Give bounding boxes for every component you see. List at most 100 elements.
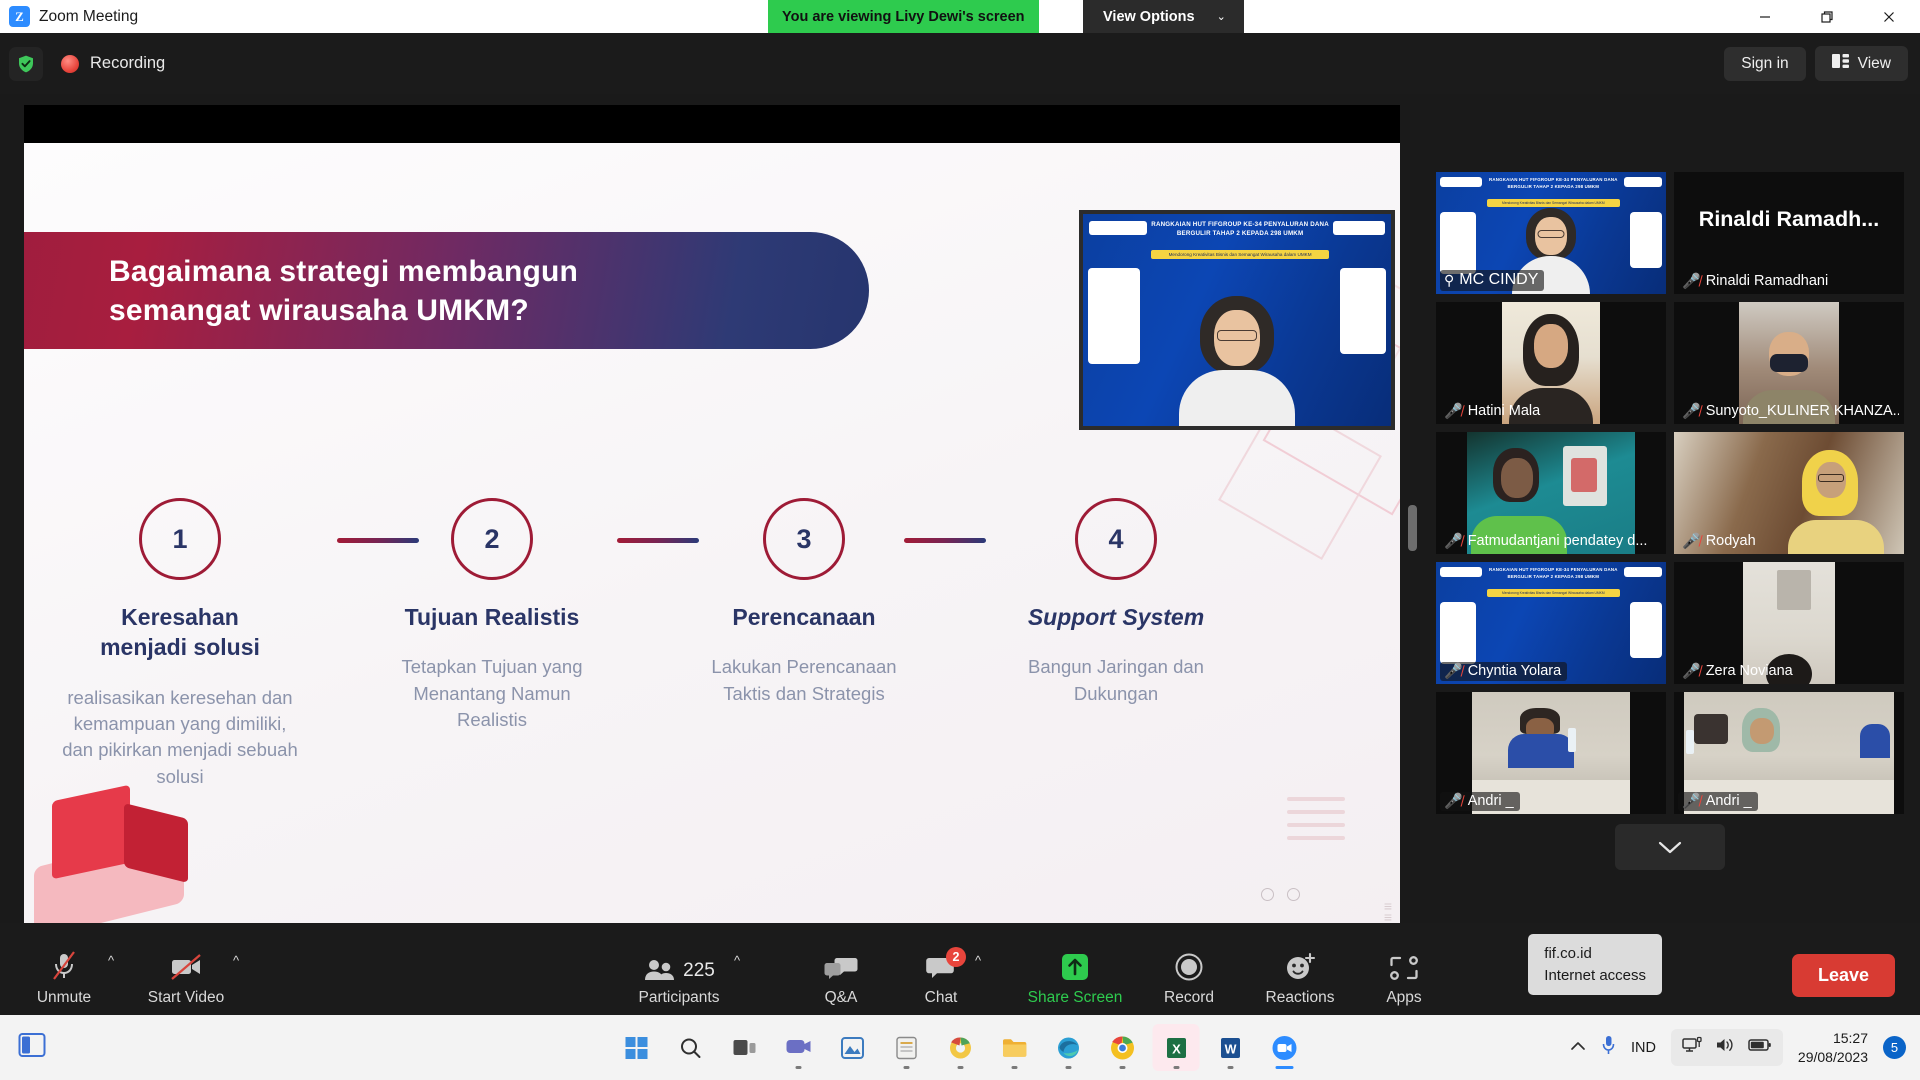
start-video-button[interactable]: Start Video [140, 950, 232, 1007]
task-view-icon[interactable] [721, 1024, 768, 1071]
shield-check-icon[interactable] [9, 46, 43, 81]
presenter-video-feed: RANGKAIAN HUT FIFGROUP KE-34 PENYALURAN … [1083, 214, 1391, 426]
participant-nametag: 🎤̸ Fatmudantjani pendatey d... [1440, 532, 1653, 551]
language-indicator[interactable]: IND [1631, 1040, 1656, 1056]
share-screen-button[interactable]: Share Screen [1010, 950, 1140, 1007]
share-resize-handle[interactable] [1408, 505, 1417, 551]
video-options-caret-icon[interactable]: ^ [233, 953, 239, 968]
participant-tile-sunyoto[interactable]: 🎤̸ Sunyoto_KULINER KHANZA... [1674, 302, 1904, 424]
participant-tile-mc-cindy[interactable]: RANGKAIAN HUT FIFGROUP KE-34 PENYALURAN … [1436, 172, 1666, 294]
restore-button[interactable] [1796, 0, 1858, 33]
mic-off-icon: 🎤̸ [1682, 532, 1701, 550]
file-explorer-icon[interactable] [991, 1024, 1038, 1071]
step-number: 3 [763, 498, 845, 580]
chat-unread-badge: 2 [946, 947, 966, 967]
step-heading-line1: Support System [1027, 604, 1205, 630]
participant-tile-rodyah[interactable]: 🎤̸ Rodyah [1674, 432, 1904, 554]
participant-tile-andri-1[interactable]: 🎤̸ Andri _ [1436, 692, 1666, 814]
taskbar-clock[interactable]: 15:27 29/08/2023 [1798, 1029, 1868, 1067]
window-titlebar: Z Zoom Meeting You are viewing Livy Dewi… [0, 0, 1920, 33]
recording-indicator[interactable]: Recording [61, 54, 165, 73]
mic-off-icon: 🎤̸ [1682, 402, 1701, 420]
zoom-icon[interactable] [1261, 1024, 1308, 1071]
participant-name: MC CINDY [1459, 271, 1539, 288]
notification-badge[interactable]: 5 [1883, 1036, 1906, 1059]
teams-icon[interactable] [775, 1024, 822, 1071]
participant-name: Rodyah [1705, 533, 1756, 549]
participant-tile-andri-2[interactable]: 🎤̸ Andri _ [1674, 692, 1904, 814]
gallery-scroll-down-button[interactable] [1615, 824, 1725, 870]
participant-tile-hatini-mala[interactable]: 🎤̸ Hatini Mala [1436, 302, 1666, 424]
participant-name: Sunyoto_KULINER KHANZA... [1705, 403, 1899, 419]
participants-caret-icon[interactable]: ^ [734, 953, 740, 968]
edge-icon[interactable] [1045, 1024, 1092, 1071]
slide-card-graphic [1440, 602, 1476, 664]
participant-tile-chyntia-yolara[interactable]: RANGKAIAN HUT FIFGROUP KE-34 PENYALURAN … [1436, 562, 1666, 684]
mic-off-icon: 🎤̸ [1444, 532, 1463, 550]
apps-button[interactable]: Apps [1358, 950, 1450, 1007]
windows-start-icon[interactable] [613, 1024, 660, 1071]
mic-off-icon: 🎤̸ [1682, 272, 1701, 290]
notes-icon[interactable] [883, 1024, 930, 1071]
microphone-icon[interactable] [1601, 1034, 1616, 1061]
sponsor-logo-icon [1624, 567, 1662, 577]
decorative-corner-icon: ≡ ≡ [1383, 898, 1392, 925]
meeting-toolbar: Unmute ^ Start Video ^ 225 Participants … [0, 923, 1920, 1015]
view-options-button[interactable]: View Options ⌄ [1083, 0, 1244, 33]
window-controls [1734, 0, 1920, 33]
sponsor-logo-icon [1089, 221, 1147, 235]
slide-title-banner: Bagaimana strategi membangun semangat wi… [24, 232, 869, 349]
sign-in-button[interactable]: Sign in [1724, 46, 1806, 81]
step-body: Tetapkan Tujuan yang Menantang Namun Rea… [401, 656, 583, 730]
shared-screen-stage[interactable]: Bagaimana strategi membangun semangat wi… [24, 105, 1400, 931]
decorative-lines-icon [1287, 797, 1345, 849]
step-body: Bangun Jaringan dan Dukungan [1028, 656, 1204, 704]
taskbar-widgets-button[interactable] [18, 1031, 46, 1064]
chevron-up-icon[interactable] [1570, 1039, 1586, 1057]
step-body: Lakukan Perencanaan Taktis dan Strategis [711, 656, 897, 704]
svg-text:X: X [1172, 1041, 1181, 1056]
leave-button[interactable]: Leave [1791, 954, 1895, 997]
record-circle-icon [1174, 950, 1204, 982]
chat-button[interactable]: 2 Chat [895, 947, 987, 1007]
chat-caret-icon[interactable]: ^ [975, 953, 981, 968]
photos-icon[interactable] [829, 1024, 876, 1071]
slide-steps: 1 Keresahan menjadi solusi realisasikan … [24, 498, 1400, 790]
excel-icon[interactable]: X [1152, 1024, 1200, 1071]
presenter-video-thumbnail[interactable]: RANGKAIAN HUT FIFGROUP KE-34 PENYALURAN … [1079, 210, 1395, 430]
chrome-canary-icon[interactable] [937, 1024, 984, 1071]
qa-button[interactable]: Q&A [795, 950, 887, 1007]
apps-brackets-icon [1388, 950, 1420, 982]
minimize-button[interactable] [1734, 0, 1796, 33]
audio-options-caret-icon[interactable]: ^ [108, 953, 114, 968]
svg-text:W: W [1224, 1042, 1236, 1056]
view-button[interactable]: View [1814, 46, 1908, 81]
participant-tile-fatmudantjani[interactable]: 🎤̸ Fatmudantjani pendatey d... [1436, 432, 1666, 554]
unmute-label: Unmute [36, 989, 92, 1006]
gallery-row: 🎤̸ Fatmudantjani pendatey d... 🎤̸ Rodyah [1436, 432, 1904, 554]
reactions-button[interactable]: Reactions [1245, 950, 1355, 1007]
screen-share-banner: You are viewing Livy Dewi's screen [768, 0, 1039, 33]
close-button[interactable] [1858, 0, 1920, 33]
record-button[interactable]: Record [1143, 950, 1235, 1007]
participant-tile-zera-noviana[interactable]: 🎤̸ Zera Noviana [1674, 562, 1904, 684]
slide-step: 4 Support System Bangun Jaringan dan Duk… [960, 498, 1272, 790]
gallery-row: RANGKAIAN HUT FIFGROUP KE-34 PENYALURAN … [1436, 172, 1904, 294]
participant-tile-rinaldi[interactable]: Rinaldi Ramadh... 🎤̸ Rinaldi Ramadhani [1674, 172, 1904, 294]
participants-button[interactable]: 225 Participants [620, 950, 738, 1007]
video-off-icon [169, 950, 203, 982]
participant-nametag: 🎤̸ Zera Noviana [1678, 662, 1799, 681]
pin-icon: ⚲ [1444, 272, 1455, 288]
chrome-icon[interactable] [1099, 1024, 1146, 1071]
smiley-plus-icon [1284, 950, 1316, 982]
taskbar-apps: X W [613, 1024, 1308, 1071]
decorative-dots-icon [1261, 888, 1300, 901]
view-label: View [1857, 54, 1891, 72]
word-icon[interactable]: W [1207, 1024, 1254, 1071]
search-icon[interactable] [667, 1024, 714, 1071]
unmute-button[interactable]: Unmute [18, 950, 110, 1007]
tile-slide-title: RANGKAIAN HUT FIFGROUP KE-34 PENYALURAN … [1489, 567, 1618, 579]
tray-quick-settings[interactable] [1670, 1029, 1783, 1066]
gallery-row: RANGKAIAN HUT FIFGROUP KE-34 PENYALURAN … [1436, 562, 1904, 684]
tile-slide-title: RANGKAIAN HUT FIFGROUP KE-34 PENYALURAN … [1489, 177, 1618, 189]
